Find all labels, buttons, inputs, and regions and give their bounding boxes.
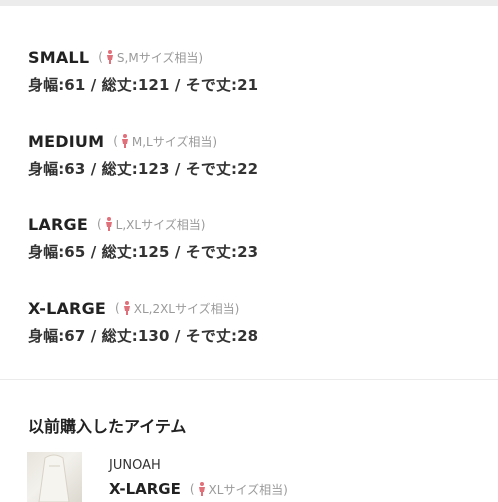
size-dimensions: 身幅:65 / 総丈:125 / そで丈:23 xyxy=(28,243,259,261)
size-dimensions: 身幅:61 / 総丈:121 / そで丈:21 xyxy=(28,76,259,94)
person-icon xyxy=(106,50,114,64)
person-icon xyxy=(121,134,129,148)
size-equivalent-note: ( L,XLサイズ相当) xyxy=(96,217,206,232)
size-name: X-LARGE xyxy=(28,298,107,318)
size-name: SMALL xyxy=(28,47,90,67)
purchased-size-row: X-LARGE ( XLサイズ相当) xyxy=(109,480,288,498)
size-name: LARGE xyxy=(28,214,88,234)
purchased-size: X-LARGE xyxy=(109,480,181,498)
size-equivalent-note: ( XL,2XLサイズ相当) xyxy=(115,301,240,316)
size-name: MEDIUM xyxy=(28,131,105,151)
top-separator xyxy=(0,0,498,6)
size-equivalent-note: ( M,Lサイズ相当) xyxy=(113,134,218,149)
person-icon xyxy=(198,482,206,496)
size-entry-large: LARGE ( L,XLサイズ相当) 身幅:65 / 総丈:125 / そで丈:… xyxy=(28,213,258,262)
size-equivalent-note: ( S,Mサイズ相当) xyxy=(98,50,204,65)
person-icon xyxy=(123,301,131,315)
size-entry-small: SMALL ( S,Mサイズ相当) 身幅:61 / 総丈:121 / そで丈:2… xyxy=(28,46,258,95)
size-dimensions: 身幅:67 / 総丈:130 / そで丈:28 xyxy=(28,327,259,345)
product-thumbnail[interactable] xyxy=(27,452,82,502)
person-icon xyxy=(105,217,113,231)
size-entry-x-large: X-LARGE ( XL,2XLサイズ相当) 身幅:67 / 総丈:130 / … xyxy=(28,297,258,346)
product-brand[interactable]: JUNOAH xyxy=(109,458,161,473)
section-divider xyxy=(0,379,498,380)
size-dimensions: 身幅:63 / 総丈:123 / そで丈:22 xyxy=(28,160,259,178)
size-equivalent-note: ( XLサイズ相当) xyxy=(189,482,288,497)
size-entry-medium: MEDIUM ( M,Lサイズ相当) 身幅:63 / 総丈:123 / そで丈:… xyxy=(28,130,258,179)
previous-purchase-heading: 以前購入したアイテム xyxy=(28,417,187,436)
